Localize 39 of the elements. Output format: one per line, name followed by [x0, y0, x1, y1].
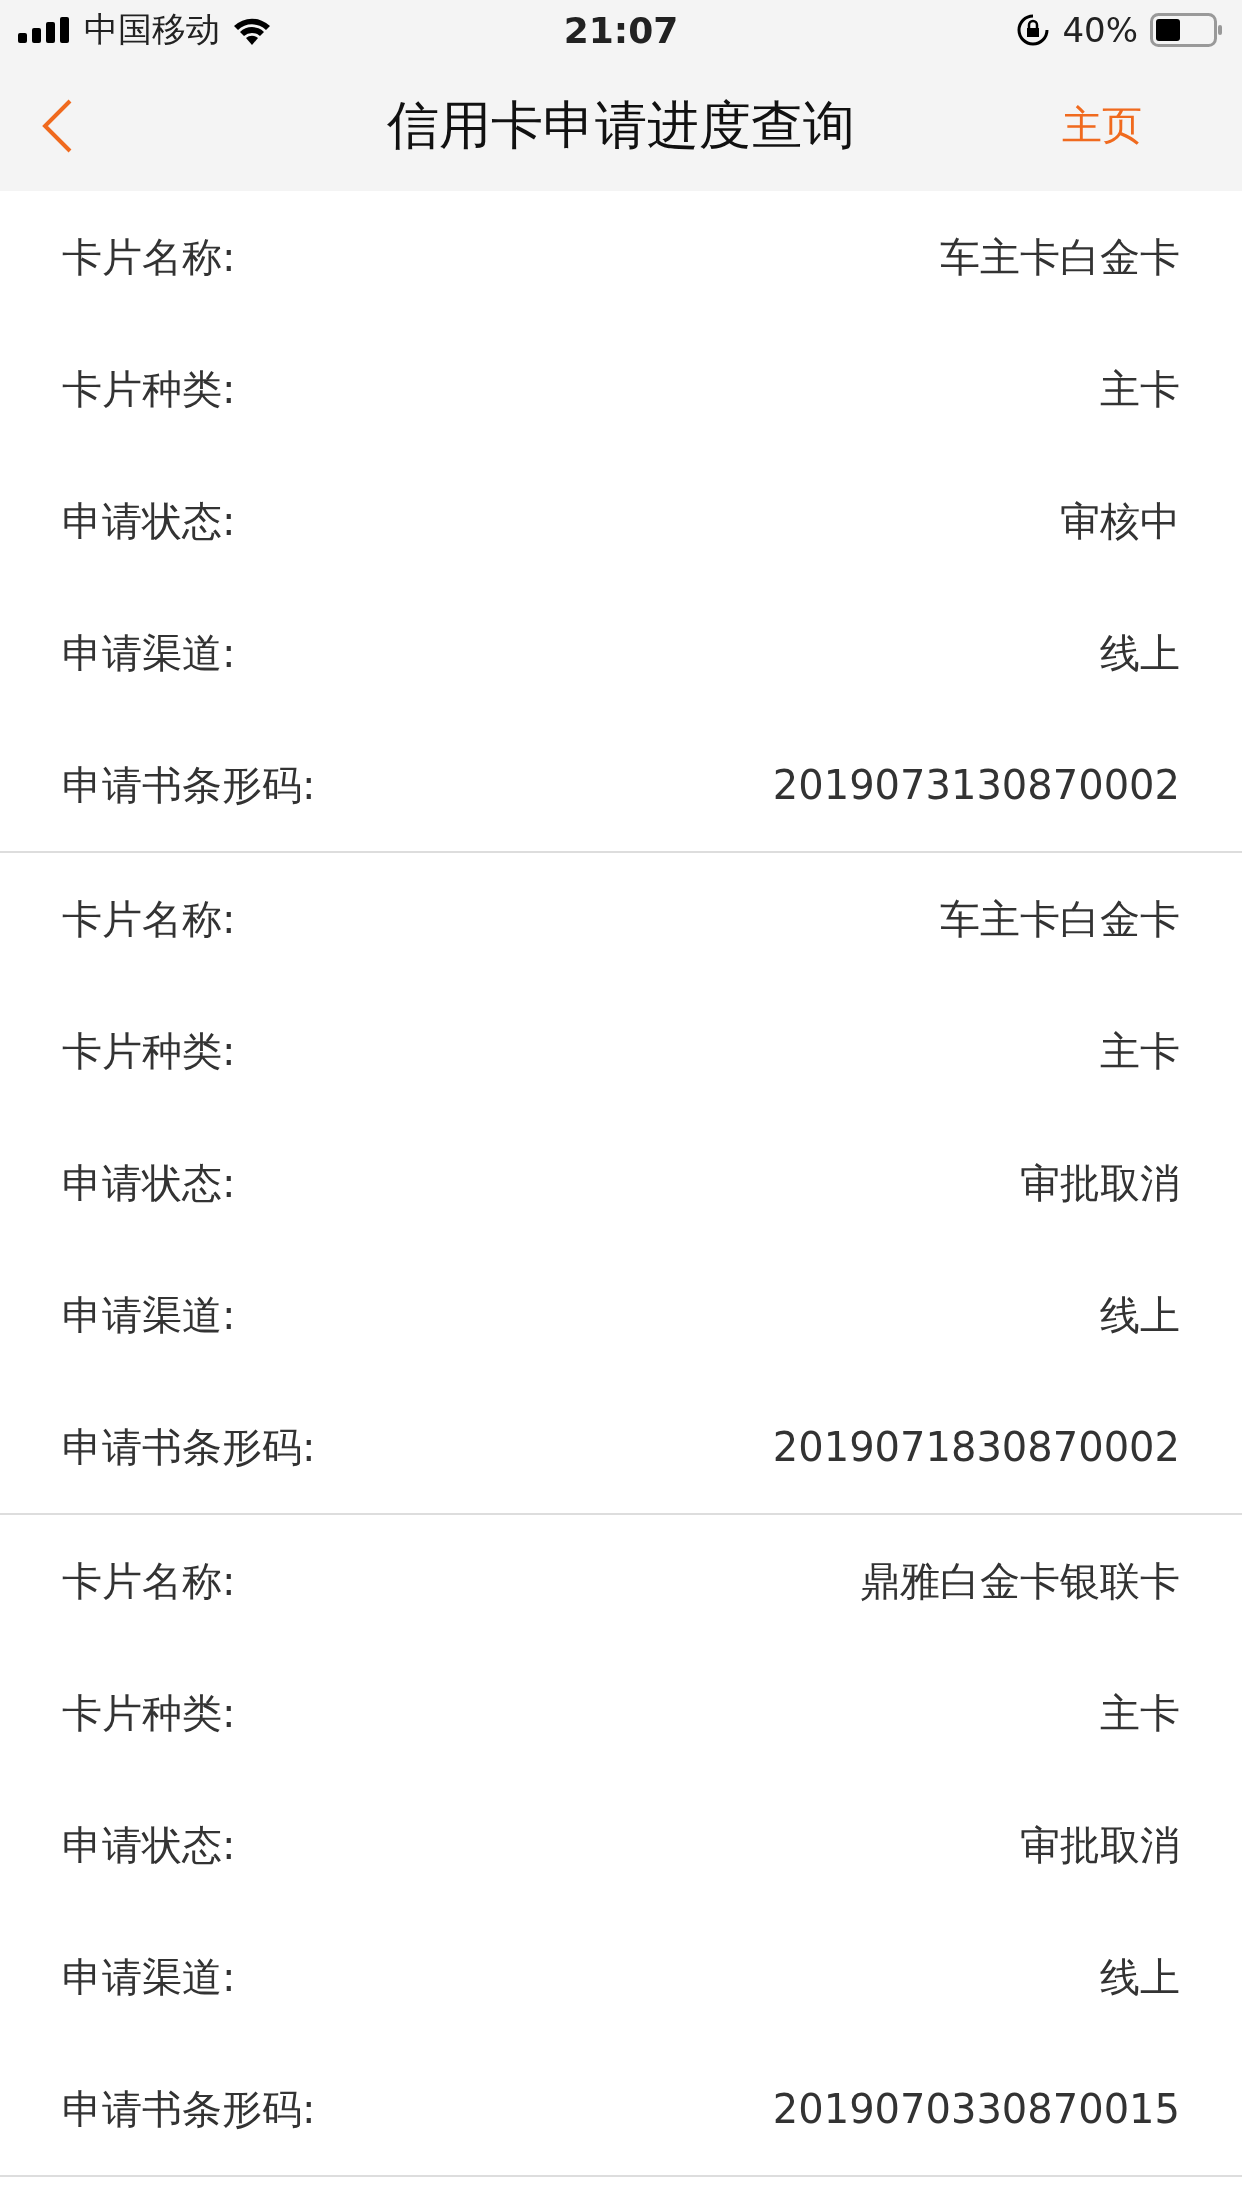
- field-label: 卡片名称:: [62, 232, 236, 282]
- field-value: 主卡: [1100, 1026, 1180, 1076]
- home-link[interactable]: 主页: [1062, 98, 1202, 153]
- field-value: 2019071830870002: [772, 1424, 1180, 1470]
- field-label: 申请书条形码:: [62, 2084, 316, 2134]
- field-value: 审批取消: [1020, 1820, 1180, 1870]
- field-label: 申请书条形码:: [62, 760, 316, 810]
- field-value: 审批取消: [1020, 1158, 1180, 1208]
- field-value: 2019073130870002: [772, 762, 1180, 808]
- field-value: 主卡: [1100, 364, 1180, 414]
- field-label: 申请渠道:: [62, 1952, 236, 2002]
- field-label: 申请状态:: [62, 496, 236, 546]
- field-label: 卡片种类:: [62, 364, 236, 414]
- field-label: 申请状态:: [62, 1820, 236, 1870]
- battery-percent: 40%: [1062, 10, 1138, 50]
- field-value: 审核中: [1060, 496, 1180, 546]
- field-value: 车主卡白金卡: [940, 232, 1180, 282]
- carrier-name: 中国移动: [84, 8, 220, 51]
- field-label: 申请书条形码:: [62, 1422, 316, 1472]
- rotation-lock-icon: [1016, 13, 1051, 47]
- field-label: 卡片种类:: [62, 1026, 236, 1076]
- field-value: 线上: [1100, 1290, 1180, 1340]
- field-value: 鼎雅白金卡银联卡: [860, 1556, 1180, 1606]
- field-value: 线上: [1100, 628, 1180, 678]
- field-label: 卡片名称:: [62, 894, 236, 944]
- field-label: 申请渠道:: [62, 1290, 236, 1340]
- field-label: 申请渠道:: [62, 628, 236, 678]
- battery-icon: [1150, 13, 1224, 47]
- field-label: 卡片种类:: [62, 1688, 236, 1738]
- field-label: 卡片名称:: [62, 1556, 236, 1606]
- field-value: 线上: [1100, 1952, 1180, 2002]
- field-value: 车主卡白金卡: [940, 894, 1180, 944]
- back-icon[interactable]: [40, 97, 74, 154]
- page-title: 信用卡申请进度查询: [387, 93, 855, 157]
- field-label: 申请状态:: [62, 1158, 236, 1208]
- field-value: 主卡: [1100, 1688, 1180, 1738]
- clock-time: 21:07: [563, 9, 679, 51]
- field-value: 2019070330870015: [772, 2086, 1180, 2132]
- signal-icon: [18, 17, 72, 43]
